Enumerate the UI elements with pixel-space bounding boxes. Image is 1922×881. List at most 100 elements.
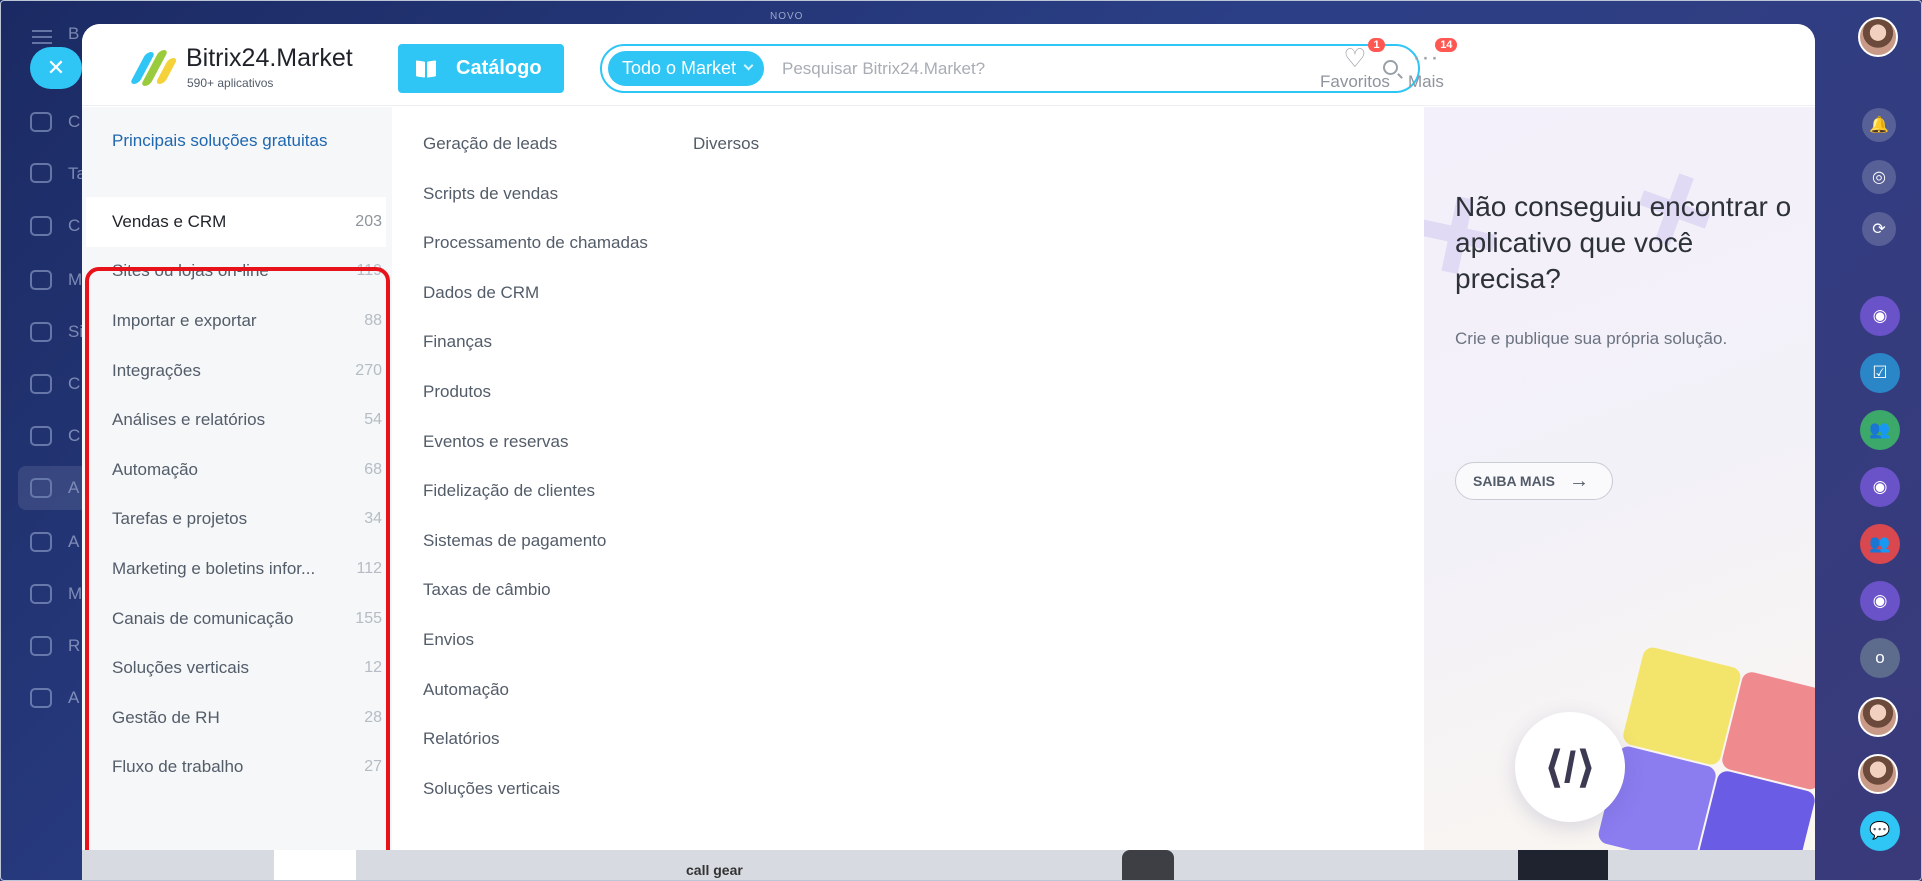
market-logo-icon [129,50,178,86]
contact-avatar[interactable] [1858,697,1898,737]
rail-app-icon[interactable]: ◉ [1860,296,1900,336]
user-avatar[interactable] [1858,17,1898,57]
category-item[interactable]: Gestão de RH 28 [86,693,386,743]
category-count: 34 [364,510,382,528]
category-count: 119 [356,262,382,280]
subcategory-item[interactable]: Fidelização de clientes [423,481,648,531]
bg-letter: C [68,426,81,445]
category-label: Canais de comunicação [112,608,294,628]
category-label: Soluções verticais [112,658,250,678]
rail-app-icon[interactable]: ◉ [1860,467,1900,507]
search-scope-dropdown[interactable]: Todo o Market [608,51,764,86]
close-icon: ✕ [46,55,66,80]
subcategory-item[interactable]: Finanças [423,332,648,382]
more-button[interactable]: ··· 14 Mais [1408,38,1458,92]
bg-letter: M [68,584,83,603]
bg-nav-icon [30,322,52,342]
subcategory-item[interactable]: Envios [423,630,648,680]
catalog-button[interactable]: Catálogo [398,44,564,93]
category-item[interactable]: Soluções verticais 12 [86,643,386,693]
bg-letter: B [68,24,80,43]
subcategory-item[interactable]: Soluções verticais [423,779,648,829]
category-item[interactable]: Vendas e CRM 203 [86,197,386,247]
free-solutions-link[interactable]: Principais soluções gratuitas [112,131,327,151]
category-item[interactable]: Marketing e boletins infor... 112 [86,544,386,594]
category-item[interactable]: Integrações 270 [86,346,386,396]
category-label: Importar e exportar [112,310,257,330]
code-icon: ⟨/⟩ [1515,712,1625,822]
category-item[interactable]: Importar e exportar 88 [86,296,386,346]
category-sidebar: Principais soluções gratuitas Vendas e C… [82,107,392,881]
subcategory-item[interactable]: Produtos [423,382,648,432]
bg-letter: Si [68,322,84,341]
logo-subtitle: 590+ aplicativos [187,76,274,90]
app-thumbnail[interactable] [274,850,356,881]
category-label: Tarefas e projetos [112,509,248,529]
category-item[interactable]: Sites ou lojas on-line 119 [86,247,386,297]
rail-group-icon[interactable]: 👥 [1860,410,1900,450]
rail-app-icon[interactable]: ◉ [1860,581,1900,621]
category-item[interactable]: Análises e relatórios 54 [86,395,386,445]
subcategory-item-misc[interactable]: Diversos [693,134,759,154]
category-label: Gestão de RH [112,707,220,727]
subcategory-item[interactable]: Processamento de chamadas [423,233,648,283]
bg-nav-icon [30,688,52,708]
chat-icon[interactable]: 💬 [1860,811,1900,851]
rail-group-icon[interactable]: 👥 [1860,524,1900,564]
favorites-label: Favoritos [1320,72,1390,91]
category-item[interactable]: Canais de comunicação 155 [86,594,386,644]
bg-nav-icon [30,270,52,290]
subcategory-item[interactable]: Relatórios [423,729,648,779]
logo-title[interactable]: Bitrix24.Market [186,44,353,73]
favorites-button[interactable]: ♡ 1 Favoritos [1320,38,1390,92]
subcategory-item[interactable]: Geração de leads [423,134,648,184]
subcategory-item[interactable]: Scripts de vendas [423,184,648,234]
category-label: Marketing e boletins infor... [112,558,316,578]
background-app-sidebar: B C Ta C M Si C C A A M R A [0,0,88,881]
category-count: 203 [355,212,382,230]
category-count: 54 [364,411,382,429]
subcategory-item[interactable]: Dados de CRM [423,283,648,333]
close-button[interactable]: ✕ [30,47,82,89]
target-icon[interactable]: ◎ [1862,160,1896,194]
learn-more-button[interactable]: SAIBA MAIS → [1455,462,1613,500]
category-label: Automação [112,459,198,479]
favorites-badge: 1 [1368,38,1385,52]
category-count: 155 [355,609,382,627]
contact-avatar[interactable] [1858,754,1898,794]
subcategory-item[interactable]: Taxas de câmbio [423,580,648,630]
category-label: Integrações [112,360,201,380]
promo-title: Não conseguiu encontrar o aplicativo que… [1455,191,1792,294]
category-label: Análises e relatórios [112,410,266,430]
bg-nav-icon [30,112,52,132]
search-bar: Todo o Market [600,44,1420,93]
bg-nav-icon [30,426,52,446]
sync-icon[interactable]: ⟳ [1862,212,1896,246]
bell-icon[interactable]: 🔔 [1862,108,1896,142]
app-thumbnail[interactable] [1518,850,1608,881]
subcategory-item[interactable]: Automação [423,680,648,730]
category-item[interactable]: Fluxo de trabalho 27 [86,743,386,793]
bg-letter: R [68,636,81,655]
market-header: Bitrix24.Market 590+ aplicativos Catálog… [82,24,1815,106]
subcategory-item[interactable]: Eventos e reservas [423,432,648,482]
bg-letter: M [68,270,83,289]
subcategory-item[interactable]: Sistemas de pagamento [423,531,648,581]
category-item[interactable]: Automação 68 [86,445,386,495]
bg-letter: A [68,478,80,497]
category-count: 27 [364,758,382,776]
bg-letter: A [68,532,80,551]
category-count: 28 [364,708,382,726]
app-thumbnails-strip: call gear [82,850,1815,881]
app-thumbnail-callgear[interactable]: call gear [686,850,776,881]
rail-user-initial[interactable]: o [1860,638,1900,678]
category-label: Vendas e CRM [112,211,227,231]
more-badge: 14 [1435,38,1458,52]
category-item[interactable]: Tarefas e projetos 34 [86,495,386,545]
app-thumbnail[interactable] [1122,850,1174,881]
rail-app-icon[interactable]: ☑ [1860,353,1900,393]
search-input[interactable] [782,52,1342,85]
promo-panel: + + Não conseguiu encontrar o aplicativo… [1424,107,1815,881]
more-label: Mais [1408,72,1444,91]
bg-nav-icon [30,478,52,498]
